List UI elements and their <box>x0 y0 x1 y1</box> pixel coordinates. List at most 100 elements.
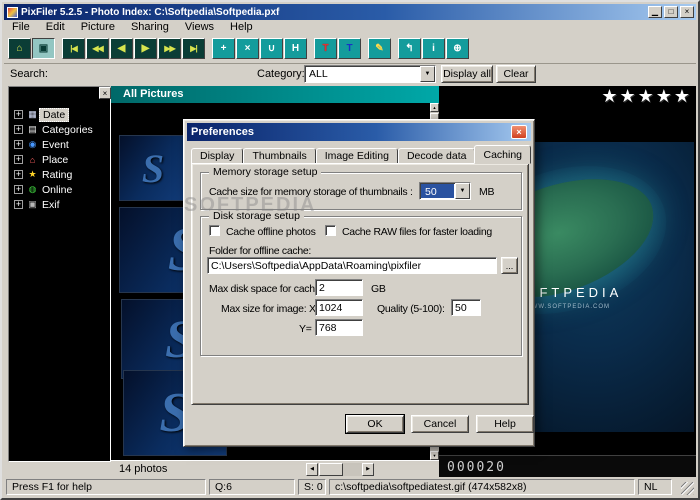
web-button[interactable]: ⊕ <box>446 38 469 59</box>
menu-picture[interactable]: Picture <box>73 20 123 34</box>
gallery-title: All Pictures <box>123 88 184 100</box>
titlebar[interactable]: PixFiler 5.2.5 - Photo Index: C:\Softped… <box>4 4 696 20</box>
sidebar-item-exif[interactable]: + ▣ Exif <box>9 197 110 212</box>
rating-stars[interactable]: ★★★★★ <box>601 86 692 107</box>
sidebar-item-label: Place <box>39 154 71 166</box>
search-bar: Search: Category: ALL ▼ Display all Clea… <box>4 64 696 85</box>
chevron-down-icon[interactable]: ▼ <box>455 183 470 199</box>
pixfiler-window: PixFiler 5.2.5 - Photo Index: C:\Softped… <box>0 0 700 500</box>
clear-button[interactable]: Clear <box>496 65 536 83</box>
max-y-input[interactable] <box>315 319 363 336</box>
cache-raw-checkbox[interactable] <box>325 225 336 236</box>
scroll-right-icon[interactable]: ▶ <box>362 463 374 476</box>
dialog-titlebar[interactable]: Preferences × <box>187 123 531 141</box>
dialog-title: Preferences <box>191 126 254 138</box>
expand-icon[interactable]: + <box>14 155 23 164</box>
sidebar-item-event[interactable]: + ◉ Event <box>9 137 110 152</box>
maximize-button[interactable]: □ <box>664 6 678 18</box>
home-button[interactable]: ⌂ <box>8 38 31 59</box>
minimize-button[interactable]: ▁ <box>648 6 662 18</box>
menu-file[interactable]: File <box>4 20 38 34</box>
sidebar-item-date[interactable]: + ▦ Date <box>9 107 110 122</box>
status-nl: NL <box>638 479 672 495</box>
sidebar-item-place[interactable]: + ⌂ Place <box>9 152 110 167</box>
ok-button[interactable]: OK <box>346 415 404 433</box>
slider-thumb[interactable] <box>319 463 343 476</box>
expand-icon[interactable]: + <box>14 110 23 119</box>
filter-close-button[interactable]: × <box>99 87 111 99</box>
forward-button[interactable]: ▶ <box>134 38 157 59</box>
expand-icon[interactable]: + <box>14 125 23 134</box>
tab-decode-data[interactable]: Decode data <box>398 148 476 164</box>
disk-group: Disk storage setup Cache offline photos … <box>200 216 522 356</box>
place-icon: ⌂ <box>26 155 39 165</box>
disk-space-label: Max disk space for cache: <box>209 283 323 295</box>
expand-icon[interactable]: + <box>14 140 23 149</box>
resize-grip[interactable] <box>681 482 694 495</box>
disk-space-input[interactable] <box>315 279 363 296</box>
thumbnail-scrollbar[interactable]: ◀ ▶ <box>306 463 374 476</box>
folder-input[interactable] <box>207 257 497 274</box>
delete-photo-button[interactable]: × <box>236 38 259 59</box>
status-selection: S: 0 <box>298 479 326 495</box>
menubar: File Edit Picture Sharing Views Help <box>4 20 696 34</box>
cache-size-label: Cache size for memory storage of thumbna… <box>209 186 413 198</box>
zoom-view-button[interactable]: ▣ <box>32 38 55 59</box>
info-button[interactable]: i <box>422 38 445 59</box>
folder-icon: ▤ <box>26 124 39 135</box>
sidebar-item-categories[interactable]: + ▤ Categories <box>9 122 110 137</box>
thumbnail[interactable]: S <box>119 135 187 201</box>
scroll-down-icon[interactable]: ▼ <box>430 451 439 460</box>
expand-icon[interactable]: + <box>14 185 23 194</box>
text-blue-button[interactable]: T <box>338 38 361 59</box>
window-title: PixFiler 5.2.5 - Photo Index: C:\Softped… <box>21 7 646 18</box>
html-export-button[interactable]: H <box>284 38 307 59</box>
globe-icon: ◍ <box>26 184 39 195</box>
fast-forward-button[interactable]: ▶▶ <box>158 38 181 59</box>
dialog-tabs: Display Thumbnails Image Editing Decode … <box>191 145 530 164</box>
first-photo-button[interactable]: |◀ <box>62 38 85 59</box>
sidebar-item-label: Rating <box>39 169 75 181</box>
tab-image-editing[interactable]: Image Editing <box>316 148 398 164</box>
disk-group-legend: Disk storage setup <box>209 210 304 222</box>
category-select[interactable]: ALL ▼ <box>304 65 436 83</box>
dialog-close-button[interactable]: × <box>511 125 527 139</box>
quality-input[interactable] <box>451 299 481 316</box>
last-photo-button[interactable]: ▶| <box>182 38 205 59</box>
menu-edit[interactable]: Edit <box>38 20 73 34</box>
tab-caching[interactable]: Caching <box>474 145 531 164</box>
attach-button[interactable]: ∪ <box>260 38 283 59</box>
text-red-button[interactable]: T <box>314 38 337 59</box>
fast-back-button[interactable]: ◀◀ <box>86 38 109 59</box>
display-all-button[interactable]: Display all <box>441 65 493 83</box>
close-button[interactable]: × <box>680 6 694 18</box>
cache-size-select[interactable]: 50 ▼ <box>419 182 471 200</box>
photo-count: 14 photos <box>119 463 167 475</box>
cancel-button[interactable]: Cancel <box>411 415 469 433</box>
help-button[interactable]: Help <box>476 415 534 433</box>
max-x-input[interactable] <box>315 299 363 316</box>
send-button[interactable]: ↰ <box>398 38 421 59</box>
tab-thumbnails[interactable]: Thumbnails <box>243 148 315 164</box>
status-queue: Q:6 <box>209 479 295 495</box>
calendar-icon: ▦ <box>26 109 39 120</box>
menu-views[interactable]: Views <box>177 20 222 34</box>
browse-button[interactable]: ... <box>501 257 518 274</box>
cache-offline-checkbox[interactable] <box>209 225 220 236</box>
tab-display[interactable]: Display <box>191 148 243 164</box>
expand-icon[interactable]: + <box>14 200 23 209</box>
back-button[interactable]: ◀ <box>110 38 133 59</box>
sidebar-item-rating[interactable]: + ★ Rating <box>9 167 110 182</box>
add-photo-button[interactable]: + <box>212 38 235 59</box>
sidebar-item-online[interactable]: + ◍ Online <box>9 182 110 197</box>
statusbar: Press F1 for help Q:6 S: 0 c:\softpedia\… <box>4 477 696 496</box>
max-size-label: Max size for image: X= <box>221 303 321 315</box>
edit-button[interactable]: ✎ <box>368 38 391 59</box>
menu-sharing[interactable]: Sharing <box>123 20 177 34</box>
menu-help[interactable]: Help <box>222 20 261 34</box>
preferences-dialog: Preferences × Display Thumbnails Image E… <box>183 119 535 447</box>
scroll-up-icon[interactable]: ▲ <box>430 103 439 112</box>
chevron-down-icon[interactable]: ▼ <box>420 66 435 82</box>
scroll-left-icon[interactable]: ◀ <box>306 463 318 476</box>
expand-icon[interactable]: + <box>14 170 23 179</box>
